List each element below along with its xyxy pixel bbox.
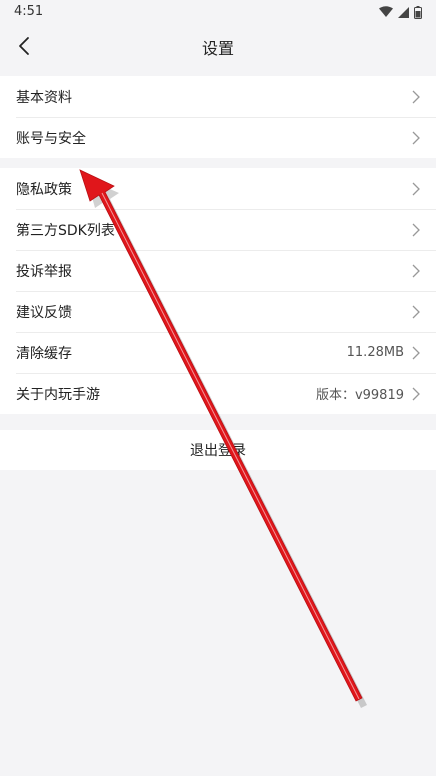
chevron-right-icon: [412, 305, 420, 318]
settings-item-label: 关于内玩手游: [16, 386, 100, 403]
wifi-icon: [379, 6, 393, 17]
settings-item-label: 隐私政策: [16, 181, 72, 198]
chevron-right-icon: [412, 223, 420, 236]
settings-item-label: 投诉举报: [16, 263, 72, 280]
settings-group-other: 隐私政策 第三方SDK列表 投诉举报 建议反馈 清除缓存 11.28MB 关于内…: [0, 168, 436, 414]
status-bar: 4:51: [0, 0, 436, 24]
settings-item-report[interactable]: 投诉举报: [0, 250, 436, 291]
settings-item-clear-cache[interactable]: 清除缓存 11.28MB: [0, 332, 436, 373]
settings-item-basic-info[interactable]: 基本资料: [0, 76, 436, 117]
status-icons: [379, 4, 422, 20]
chevron-right-icon: [412, 264, 420, 277]
nav-bar: 设置: [0, 24, 436, 68]
settings-group-account: 基本资料 账号与安全: [0, 76, 436, 158]
settings-item-label: 建议反馈: [16, 304, 72, 321]
logout-label: 退出登录: [190, 443, 246, 459]
cache-size-value: 11.28MB: [346, 345, 404, 360]
settings-item-third-party-sdk[interactable]: 第三方SDK列表: [0, 209, 436, 250]
chevron-right-icon: [412, 182, 420, 195]
chevron-right-icon: [412, 387, 420, 400]
logout-button[interactable]: 退出登录: [0, 430, 436, 470]
settings-item-account-security[interactable]: 账号与安全: [0, 117, 436, 158]
chevron-right-icon: [412, 90, 420, 103]
settings-item-label: 基本资料: [16, 89, 72, 106]
signal-icon: [398, 6, 409, 18]
settings-item-label: 第三方SDK列表: [16, 222, 115, 239]
settings-item-label: 清除缓存: [16, 345, 72, 362]
page-title: 设置: [201, 39, 234, 58]
settings-item-privacy-policy[interactable]: 隐私政策: [0, 168, 436, 209]
chevron-right-icon: [412, 346, 420, 359]
status-time: 4:51: [14, 4, 44, 19]
settings-item-feedback[interactable]: 建议反馈: [0, 291, 436, 332]
battery-icon: [414, 5, 422, 19]
settings-item-label: 账号与安全: [16, 130, 86, 147]
version-value: 版本：v99819: [315, 388, 404, 403]
chevron-right-icon: [412, 131, 420, 144]
settings-item-about[interactable]: 关于内玩手游 版本：v99819: [0, 373, 436, 414]
